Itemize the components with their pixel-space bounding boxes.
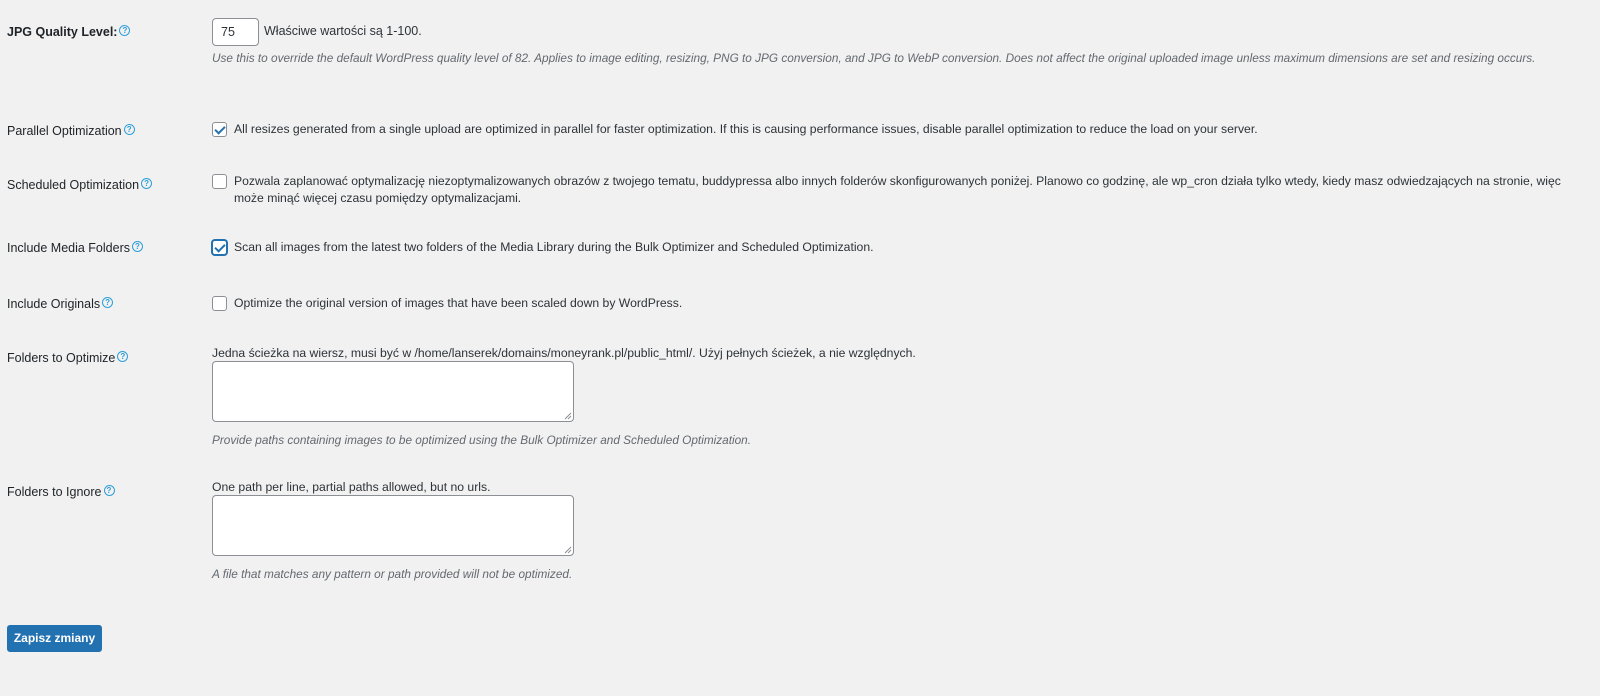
folders-to-optimize-hint: Jedna ścieżka na wiersz, musi być w /hom… [212, 346, 916, 360]
scheduled-optimization-label: Scheduled Optimization? [7, 178, 153, 192]
question-circle-icon[interactable]: ? [141, 178, 153, 189]
parallel-optimization-checkbox[interactable] [212, 122, 227, 137]
save-changes-button[interactable]: Zapisz zmiany [7, 625, 102, 652]
resize-grip-icon[interactable] [564, 546, 572, 554]
question-circle-icon[interactable]: ? [131, 241, 143, 252]
include-media-folders-checkbox[interactable] [212, 240, 227, 255]
include-media-folders-label: Include Media Folders? [7, 241, 143, 255]
jpg-quality-description: Use this to override the default WordPre… [212, 51, 1536, 65]
scheduled-optimization-checkbox[interactable] [212, 174, 227, 189]
settings-page: JPG Quality Level:? Właściwe wartości są… [0, 0, 1600, 696]
folders-to-optimize-label: Folders to Optimize? [7, 351, 129, 365]
resize-grip-icon[interactable] [564, 412, 572, 420]
jpg-quality-input[interactable] [212, 18, 259, 46]
folders-to-ignore-description: A file that matches any pattern or path … [212, 567, 573, 581]
question-circle-icon[interactable]: ? [119, 25, 131, 36]
include-originals-label: Include Originals? [7, 297, 114, 311]
parallel-optimization-label: Parallel Optimization? [7, 124, 135, 138]
folders-to-ignore-hint: One path per line, partial paths allowed… [212, 480, 491, 494]
folders-to-optimize-description: Provide paths containing images to be op… [212, 433, 752, 447]
jpg-quality-range-hint: Właściwe wartości są 1-100. [264, 24, 422, 38]
jpg-quality-label: JPG Quality Level:? [7, 25, 131, 39]
question-circle-icon[interactable]: ? [102, 297, 114, 308]
scheduled-optimization-text: Pozwala zaplanować optymalizację niezopt… [234, 174, 1561, 205]
parallel-optimization-text: All resizes generated from a single uplo… [234, 122, 1258, 136]
folders-to-ignore-label: Folders to Ignore? [7, 485, 115, 499]
include-media-folders-text: Scan all images from the latest two fold… [234, 240, 874, 254]
question-circle-icon[interactable]: ? [123, 124, 135, 135]
include-originals-text: Optimize the original version of images … [234, 296, 683, 310]
folders-to-optimize-textarea[interactable] [212, 361, 574, 422]
include-originals-checkbox[interactable] [212, 296, 227, 311]
folders-to-ignore-textarea[interactable] [212, 495, 574, 556]
question-circle-icon[interactable]: ? [117, 351, 129, 362]
question-circle-icon[interactable]: ? [103, 485, 115, 496]
